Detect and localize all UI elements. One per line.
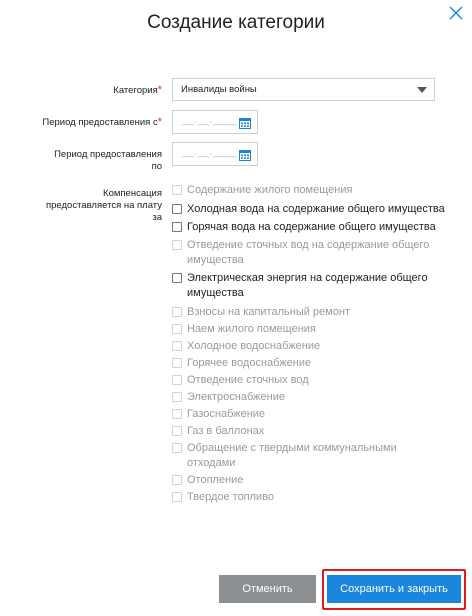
- checkbox[interactable]: [172, 273, 182, 283]
- category-select-value: Инвалиды войны: [181, 84, 257, 95]
- checkbox-label: Газоснабжение: [187, 408, 266, 420]
- category-select[interactable]: Инвалиды войны: [172, 78, 435, 101]
- checkbox[interactable]: [172, 222, 182, 232]
- period-from-label: Период предоставления с*: [0, 116, 162, 129]
- checkbox: [172, 392, 182, 402]
- checkbox: [172, 185, 182, 195]
- period-from-label-text: Период предоставления с: [42, 117, 158, 128]
- checkbox-item: Электроснабжение: [172, 390, 452, 405]
- checkbox-item: Обращение с твердыми коммунальными отход…: [172, 441, 437, 471]
- compensation-label-line3: за: [152, 212, 162, 223]
- dialog-title: Создание категории: [147, 12, 325, 33]
- checkbox-item: Отопление: [172, 473, 452, 488]
- checkbox-item: Отведение сточных вод на содержание обще…: [172, 238, 452, 268]
- checkbox-item: Горячее водоснабжение: [172, 356, 452, 371]
- checkbox-item: Содержание жилого помещения: [172, 183, 452, 198]
- checkbox-label[interactable]: Электрическая энергия на содержание обще…: [187, 271, 452, 301]
- checkbox-label: Отопление: [187, 474, 244, 486]
- checkbox-item: Твердое топливо: [172, 490, 452, 505]
- checkbox: [172, 443, 182, 453]
- checkbox: [172, 240, 182, 250]
- cancel-button[interactable]: Отменить: [219, 575, 316, 603]
- checkbox-label[interactable]: Холодная вода на содержание общего имуще…: [187, 202, 445, 217]
- checkbox-label: Электроснабжение: [187, 391, 285, 403]
- category-label-text: Категория: [113, 85, 158, 96]
- checkbox-label: Наем жилого помещения: [187, 323, 316, 335]
- compensation-label-line2: предоставляется на плату: [45, 200, 162, 211]
- save-and-close-button[interactable]: Сохранить и закрыть: [327, 575, 461, 603]
- checkbox-label: Взносы на капитальный ремонт: [187, 306, 350, 318]
- period-to-label: Период предоставления по: [0, 149, 162, 173]
- period-to-label-line2: по: [151, 161, 162, 172]
- checkbox-label[interactable]: Горячая вода на содержание общего имущес…: [187, 220, 436, 235]
- checkbox: [172, 426, 182, 436]
- checkbox-item[interactable]: Горячая вода на содержание общего имущес…: [172, 220, 452, 235]
- period-from-input[interactable]: __.__.____: [172, 110, 258, 134]
- checkbox: [172, 409, 182, 419]
- compensation-checkbox-list: Содержание жилого помещения Холодная вод…: [172, 183, 452, 505]
- compensation-label: Компенсация предоставляется на плату за: [0, 188, 162, 224]
- checkbox: [172, 324, 182, 334]
- period-to-placeholder: __.__.____: [182, 147, 238, 158]
- checkbox-label: Отведение сточных вод: [187, 374, 309, 386]
- checkbox-item: Наем жилого помещения: [172, 322, 452, 337]
- checkbox-label: Холодное водоснабжение: [187, 340, 321, 352]
- checkbox-item: Газоснабжение: [172, 407, 452, 422]
- checkbox-label: Твердое топливо: [187, 491, 275, 503]
- checkbox-item: Отведение сточных вод: [172, 373, 452, 388]
- checkbox: [172, 358, 182, 368]
- checkbox-item: Газ в баллонах: [172, 424, 452, 439]
- checkbox-label: Содержание жилого помещения: [187, 184, 353, 196]
- period-from-placeholder: __.__.____: [182, 115, 238, 126]
- category-label: Категория*: [0, 84, 162, 97]
- checkbox-label: Горячее водоснабжение: [187, 357, 312, 369]
- required-mark: *: [157, 116, 162, 128]
- checkbox: [172, 341, 182, 351]
- checkbox-label: Обращение с твердыми коммунальными отход…: [187, 442, 397, 469]
- checkbox: [172, 475, 182, 485]
- required-mark: *: [157, 84, 162, 96]
- period-to-input[interactable]: __.__.____: [172, 142, 258, 166]
- checkbox-item[interactable]: Холодная вода на содержание общего имуще…: [172, 202, 452, 217]
- checkbox-label: Отведение сточных вод на содержание обще…: [187, 239, 430, 266]
- close-icon[interactable]: [448, 5, 464, 21]
- calendar-icon[interactable]: [239, 148, 251, 166]
- compensation-label-line1: Компенсация: [103, 188, 162, 199]
- period-to-label-line1: Период предоставления: [54, 149, 162, 160]
- calendar-icon[interactable]: [239, 116, 251, 134]
- checkbox-item[interactable]: Электрическая энергия на содержание обще…: [172, 271, 452, 301]
- checkbox-item: Взносы на капитальный ремонт: [172, 305, 452, 320]
- checkbox[interactable]: [172, 204, 182, 214]
- checkbox: [172, 375, 182, 385]
- chevron-down-icon: [417, 87, 427, 93]
- checkbox: [172, 492, 182, 502]
- checkbox: [172, 307, 182, 317]
- checkbox-label: Газ в баллонах: [187, 425, 265, 437]
- checkbox-item: Холодное водоснабжение: [172, 339, 452, 354]
